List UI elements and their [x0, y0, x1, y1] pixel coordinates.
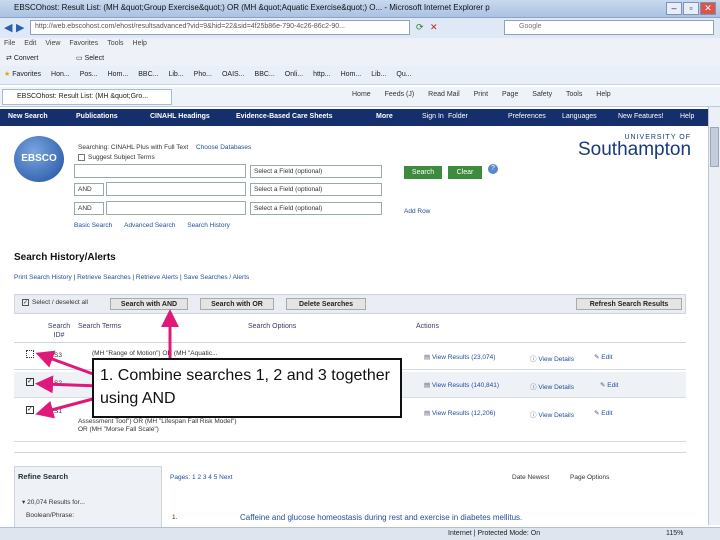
result-number: 1. [172, 514, 178, 521]
page-options[interactable]: Page Options [570, 474, 609, 481]
zone-status: Internet | Protected Mode: On [448, 530, 541, 537]
zoom-level[interactable]: 115% [666, 530, 683, 537]
divider [14, 452, 686, 453]
annotation-arrows [35, 309, 179, 419]
refine-boolean: Boolean/Phrase: [26, 512, 75, 519]
refine-title: Refine Search [18, 472, 69, 481]
instruction-callout: 1. Combine searches 1, 2 and 3 together … [92, 358, 402, 418]
pagination[interactable]: Pages: 1 2 3 4 5 Next [170, 474, 233, 481]
refine-results-for[interactable]: ▾ 20,074 Results for... [22, 498, 85, 506]
sort-select[interactable]: Date Newest [512, 474, 549, 481]
result-title-link[interactable]: Caffeine and glucose homeostasis during … [240, 513, 522, 522]
status-bar: Internet | Protected Mode: On 115% [0, 527, 720, 540]
